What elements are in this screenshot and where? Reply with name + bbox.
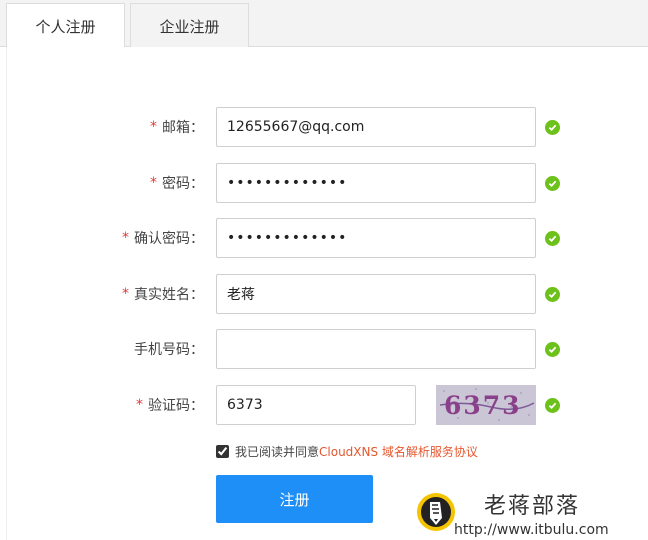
phone-label: 手机号码：: [134, 342, 204, 358]
confirm-password-input[interactable]: [216, 218, 536, 258]
check-circle-icon: [545, 231, 560, 246]
email-input[interactable]: [216, 107, 536, 147]
real-name-row: * 真实姓名：: [0, 274, 648, 314]
required-mark: *: [122, 230, 129, 246]
password-row: * 密码：: [0, 163, 648, 203]
watermark-url: http://www.itbulu.com: [454, 522, 609, 538]
email-row: * 邮箱：: [0, 107, 648, 147]
agreement-link[interactable]: CloudXNS 域名解析服务协议: [319, 443, 478, 460]
check-circle-icon: [545, 342, 560, 357]
confirm-password-label: * 确认密码：: [122, 230, 204, 247]
check-circle-icon: [545, 120, 560, 135]
password-input[interactable]: [216, 163, 536, 203]
tab-personal-registration[interactable]: 个人注册: [6, 3, 125, 48]
phone-row: 手机号码：: [0, 329, 648, 369]
agreement: 我已阅读并同意 CloudXNS 域名解析服务协议: [216, 443, 478, 459]
register-button[interactable]: 注册: [216, 475, 373, 523]
captcha-image[interactable]: 6373: [436, 385, 536, 425]
real-name-label: * 真实姓名：: [122, 286, 204, 303]
required-mark: *: [150, 175, 157, 191]
captcha-input[interactable]: [216, 385, 416, 425]
captcha-row: * 验证码： 6373: [0, 385, 648, 425]
required-mark: *: [122, 286, 129, 302]
confirm-password-row: * 确认密码：: [0, 218, 648, 258]
check-circle-icon: [545, 398, 560, 413]
check-circle-icon: [545, 287, 560, 302]
check-circle-icon: [545, 176, 560, 191]
pencil-logo-icon: [416, 492, 456, 532]
agreement-text: 我已阅读并同意: [235, 444, 320, 459]
tab-bar: 个人注册 企业注册: [0, 0, 648, 48]
watermark-title: 老蒋部落: [484, 494, 581, 519]
agreement-checkbox[interactable]: [216, 444, 229, 458]
email-label: * 邮箱：: [150, 119, 204, 136]
required-mark: *: [136, 397, 143, 413]
captcha-label: * 验证码：: [136, 397, 204, 414]
phone-input[interactable]: [216, 329, 536, 369]
watermark: 老蒋部落 http://www.itbulu.com: [416, 488, 648, 540]
tab-company-registration[interactable]: 企业注册: [130, 3, 249, 48]
required-mark: *: [150, 119, 157, 135]
real-name-input[interactable]: [216, 274, 536, 314]
password-label: * 密码：: [150, 175, 204, 192]
captcha-text: 6373: [444, 391, 522, 420]
